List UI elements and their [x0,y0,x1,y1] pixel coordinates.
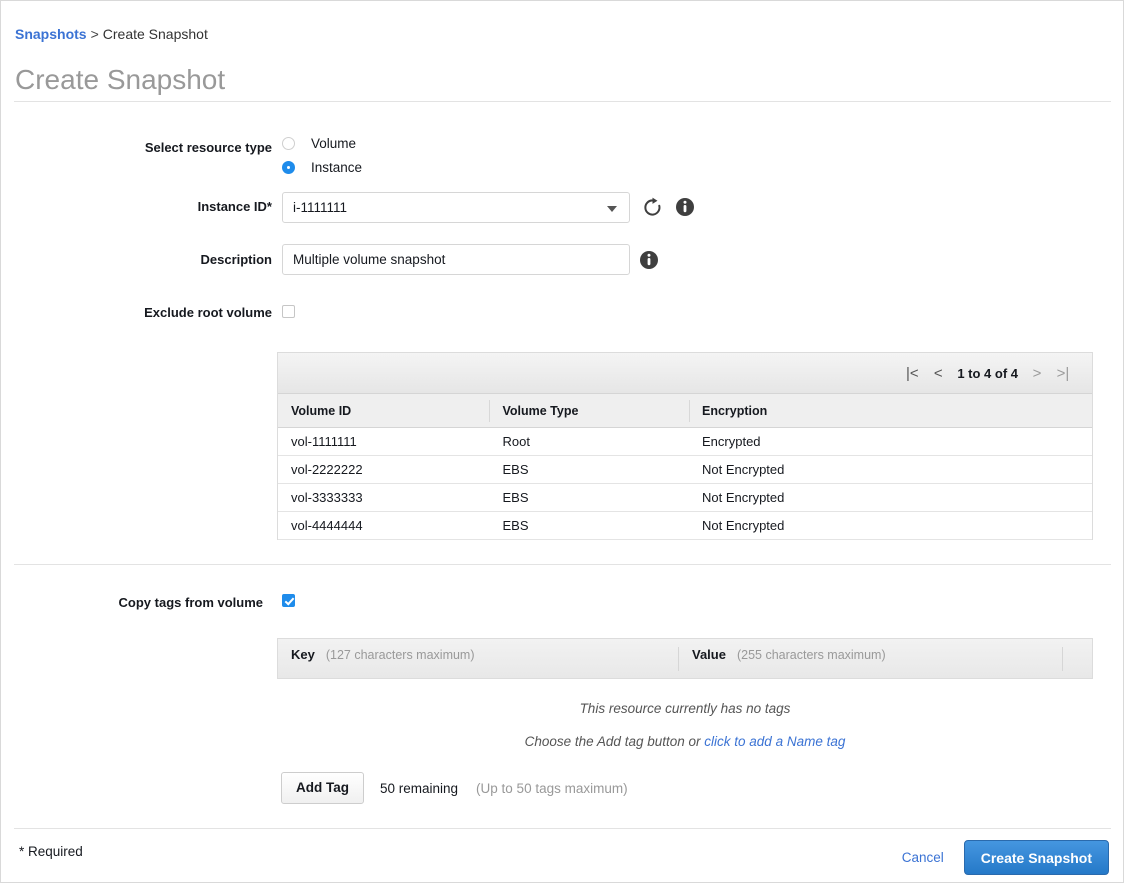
section-divider [14,564,1111,565]
breadcrumb-current: Create Snapshot [103,26,208,42]
breadcrumb-separator: > [91,26,99,42]
radio-option-volume[interactable]: Volume [282,133,362,154]
radio-instance-icon[interactable] [282,161,295,174]
cell-volume-type: Root [489,434,689,449]
tags-column-key: Key (127 characters maximum) [278,647,678,671]
cell-encryption: Not Encrypted [689,490,1092,505]
pagination-last-button[interactable]: >| [1050,366,1076,381]
breadcrumb-link-snapshots[interactable]: Snapshots [15,26,87,42]
tags-remaining-count: 50 remaining [380,781,458,796]
tags-max-note: (Up to 50 tags maximum) [476,781,628,796]
instance-id-value: i-1111111 [293,200,347,215]
tags-key-header: Key [291,647,315,662]
table-row[interactable]: vol-1111111 Root Encrypted [278,428,1092,456]
info-icon-instance-id[interactable] [675,197,695,222]
description-input[interactable] [282,244,630,275]
radio-volume-label: Volume [311,136,356,151]
tags-table: Key (127 characters maximum) Value (255 … [277,638,1093,749]
column-header-volume-type[interactable]: Volume Type [489,400,689,422]
breadcrumb: Snapshots>Create Snapshot [15,25,208,44]
volumes-table-header: Volume ID Volume Type Encryption [278,394,1092,428]
tags-column-actions [1062,647,1092,671]
pagination-next-button[interactable]: > [1024,366,1050,381]
pagination: |< < 1 to 4 of 4 > >| [899,366,1076,381]
cancel-button[interactable]: Cancel [902,850,944,865]
cell-encryption: Encrypted [689,434,1092,449]
table-row[interactable]: vol-2222222 EBS Not Encrypted [278,456,1092,484]
resource-type-label: Select resource type [1,140,272,155]
tags-actions: Add Tag 50 remaining (Up to 50 tags maxi… [281,772,628,804]
pagination-count: 1 to 4 of 4 [951,366,1024,381]
cell-encryption: Not Encrypted [689,462,1092,477]
description-label: Description [1,252,272,267]
refresh-icon[interactable] [642,197,663,223]
title-divider [14,101,1111,102]
instance-id-label: Instance ID* [1,199,272,214]
volumes-table-toolbar: |< < 1 to 4 of 4 > >| [278,353,1092,394]
radio-instance-label: Instance [311,160,362,175]
cell-volume-type: EBS [489,462,689,477]
table-row[interactable]: vol-3333333 EBS Not Encrypted [278,484,1092,512]
tags-empty-hint: Choose the Add tag button or click to ad… [277,734,1093,749]
tags-key-hint: (127 characters maximum) [326,648,475,662]
exclude-root-volume-label: Exclude root volume [1,305,272,320]
tags-table-header: Key (127 characters maximum) Value (255 … [277,638,1093,679]
cell-volume-type: EBS [489,490,689,505]
tags-value-hint: (255 characters maximum) [737,648,886,662]
footer-divider [14,828,1111,829]
pagination-first-button[interactable]: |< [899,366,925,381]
volumes-table: |< < 1 to 4 of 4 > >| Volume ID Volume T… [277,352,1093,540]
cell-volume-type: EBS [489,518,689,533]
add-name-tag-link[interactable]: click to add a Name tag [704,734,845,749]
radio-option-instance[interactable]: Instance [282,157,362,178]
exclude-root-volume-checkbox[interactable] [282,305,295,318]
required-note: * Required [19,844,83,859]
copy-tags-checkbox[interactable] [282,594,295,607]
tags-empty-hint-text: Choose the Add tag button or [525,734,701,749]
resource-type-radio-group[interactable]: Volume Instance [282,133,362,181]
cell-volume-id: vol-4444444 [278,518,489,533]
footer-actions: Cancel Create Snapshot [902,840,1109,875]
create-snapshot-button[interactable]: Create Snapshot [964,840,1109,875]
copy-tags-label: Copy tags from volume [1,595,263,610]
cell-volume-id: vol-1111111 [278,434,489,449]
column-header-encryption[interactable]: Encryption [689,400,1092,422]
page-title: Create Snapshot [15,63,225,97]
add-tag-button[interactable]: Add Tag [281,772,364,804]
info-icon-description[interactable] [639,250,659,275]
pagination-prev-button[interactable]: < [925,366,951,381]
radio-volume-icon[interactable] [282,137,295,150]
table-row[interactable]: vol-4444444 EBS Not Encrypted [278,512,1092,540]
tags-empty-message: This resource currently has no tags [277,701,1093,716]
cell-encryption: Not Encrypted [689,518,1092,533]
tags-empty-state: This resource currently has no tags Choo… [277,679,1093,749]
cell-volume-id: vol-3333333 [278,490,489,505]
tags-column-value: Value (255 characters maximum) [678,647,1062,671]
instance-id-select[interactable]: i-1111111 [282,192,630,223]
chevron-down-icon[interactable] [607,206,617,212]
tags-value-header: Value [692,647,726,662]
column-header-volume-id[interactable]: Volume ID [278,400,489,422]
cell-volume-id: vol-2222222 [278,462,489,477]
